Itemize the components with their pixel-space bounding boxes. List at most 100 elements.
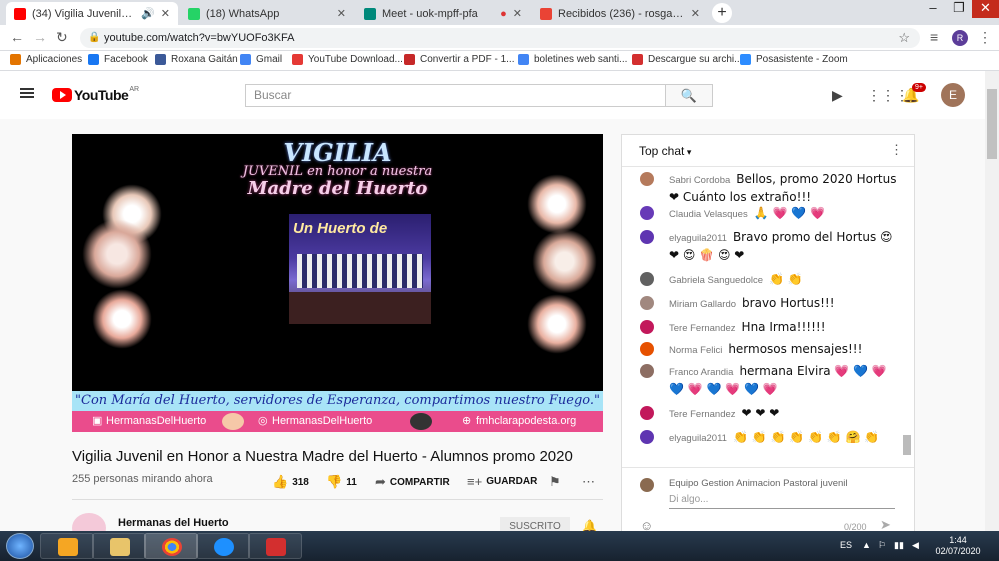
chat-author[interactable]: Norma Felici (669, 345, 722, 356)
chat-author-avatar[interactable] (640, 172, 654, 186)
close-window-button[interactable]: ✕ (972, 0, 999, 18)
network-icon[interactable]: ▮▮ (894, 540, 904, 551)
youtube-logo[interactable]: YouTube AR (52, 86, 139, 103)
social-web-text: fmhclarapodesta.org (476, 415, 577, 427)
bookmark-item[interactable]: Aplicaciones (10, 54, 82, 65)
chat-author-avatar[interactable] (640, 296, 654, 310)
dislike-button[interactable]: 👎 11 (326, 474, 357, 490)
close-tab-icon[interactable]: ✕ (161, 7, 170, 20)
browser-tab[interactable]: Meet - uok-mpff-pfa ● ✕ (356, 2, 530, 25)
taskbar-acrobat[interactable] (248, 533, 302, 559)
chat-scrollbar[interactable] (903, 435, 911, 455)
chat-author-avatar[interactable] (640, 272, 654, 286)
chat-text: ❤ ❤ ❤ (741, 406, 780, 420)
chat-author[interactable]: elyaguila2011 (669, 433, 727, 444)
share-button[interactable]: ➦ COMPARTIR (375, 474, 450, 490)
save-button[interactable]: ≡+ GUARDAR (467, 474, 537, 489)
tray-security-icon[interactable]: ⚐ (878, 540, 886, 551)
bookmark-item[interactable]: Roxana Gaitán (155, 54, 238, 65)
performers-graphic (297, 254, 423, 288)
like-button[interactable]: 👍 318 (272, 474, 309, 490)
new-tab-button[interactable]: + (712, 3, 732, 23)
start-button[interactable] (6, 533, 34, 559)
search-button[interactable]: 🔍 (665, 84, 713, 107)
chat-author[interactable]: Tere Fernandez (669, 323, 736, 334)
chat-author-avatar[interactable] (640, 430, 654, 444)
tab-favicon-icon (364, 7, 376, 20)
chrome-menu-icon[interactable]: ⋮ (978, 29, 992, 46)
maximize-button[interactable]: ❐ (946, 0, 972, 18)
chat-author[interactable]: elyaguila2011 (669, 233, 727, 244)
account-avatar[interactable]: E (941, 83, 965, 107)
bookmark-item[interactable]: Facebook (88, 54, 148, 65)
reload-icon[interactable]: ↻ (56, 29, 68, 46)
close-tab-icon[interactable]: ✕ (691, 7, 700, 20)
youtube-masthead: YouTube AR Buscar 🔍 ▶ ⋮⋮⋮ 🔔 9+ E (0, 71, 985, 119)
instagram-icon: ◎ (258, 415, 268, 427)
chat-messages: Sabri Cordoba Bellos, promo 2020 Hortus ❤… (622, 167, 914, 467)
scrollbar-thumb[interactable] (987, 89, 997, 159)
chat-author[interactable]: Gabriela Sanguedolce (669, 275, 763, 286)
flower-decoration (92, 289, 152, 349)
tray-arrow-icon[interactable]: ▲ (862, 540, 871, 550)
forward-icon[interactable]: → (33, 29, 47, 45)
chat-author-avatar[interactable] (640, 406, 654, 420)
viewer-count: 255 personas mirando ahora (72, 473, 213, 485)
flower-decoration (82, 219, 152, 289)
chat-more-icon[interactable]: ⋮ (890, 142, 903, 158)
url-input[interactable]: 🔒 youtube.com/watch?v=bwYUOFo3KFA ☆ (80, 28, 920, 48)
taskbar-chrome[interactable] (144, 533, 198, 559)
bookmark-label: YouTube Download... (308, 54, 403, 65)
minimize-button[interactable]: – (920, 0, 946, 18)
chat-author[interactable]: Tere Fernandez (669, 409, 736, 420)
taskbar-ie[interactable] (196, 533, 250, 559)
chat-author-avatar[interactable] (640, 342, 654, 356)
chat-input-area: Equipo Gestion Animacion Pastoral juveni… (622, 467, 914, 535)
bookmark-item[interactable]: YouTube Download... (292, 54, 403, 65)
chat-mode-dropdown[interactable]: Top chat (639, 144, 691, 158)
audio-icon[interactable]: 🔊 (141, 7, 155, 20)
menu-icon[interactable] (20, 88, 34, 98)
chat-author[interactable]: Franco Arandia (669, 367, 733, 378)
create-video-icon[interactable]: ▶ (832, 87, 843, 104)
bookmark-item[interactable]: Convertir a PDF - 1... (404, 54, 514, 65)
close-tab-icon[interactable]: ✕ (337, 7, 346, 20)
page-scrollbar[interactable] (985, 71, 999, 531)
bookmark-item[interactable]: boletines web santi... (518, 54, 627, 65)
media-queue-icon[interactable]: ≡ (930, 29, 938, 45)
clock[interactable]: 1:44 02/07/2020 (930, 535, 986, 557)
bookmark-label: Convertir a PDF - 1... (420, 54, 515, 65)
language-indicator[interactable]: ES (840, 540, 852, 550)
chat-input[interactable]: Di algo... (669, 494, 895, 509)
bookmark-item[interactable]: Gmail (240, 54, 282, 65)
bookmarks-bar: Aplicaciones Facebook Roxana Gaitán Gmail Yo… (0, 51, 999, 71)
chat-author-avatar[interactable] (640, 320, 654, 334)
taskbar-media-player[interactable] (40, 533, 94, 559)
search-input[interactable]: Buscar (245, 84, 666, 107)
close-tab-icon[interactable]: ✕ (513, 7, 522, 20)
tab-title: Recibidos (236) - rosgaita@gma (558, 7, 685, 20)
divider (72, 499, 603, 500)
chat-author[interactable]: Claudia Velasques (669, 209, 748, 220)
volume-icon[interactable]: ◀ (912, 540, 919, 551)
back-icon[interactable]: ← (10, 29, 24, 45)
bookmark-item[interactable]: Posasistente - Zoom (740, 54, 848, 65)
live-chat-panel: Top chat ⋮ Sabri CordobaBellos, promo 20… (621, 134, 915, 534)
bookmark-label: Facebook (104, 54, 148, 65)
bookmark-item[interactable]: Descargue su archi... (632, 54, 743, 65)
video-player[interactable]: VIGILIA JUVENIL en honor a nuestra Madre… (72, 134, 603, 432)
bookmark-star-icon[interactable]: ☆ (898, 28, 910, 48)
channel-name[interactable]: Hermanas del Huerto (118, 517, 229, 529)
chat-author-avatar[interactable] (640, 206, 654, 220)
browser-tab[interactable]: (18) WhatsApp ✕ (180, 2, 354, 25)
chat-author-avatar[interactable] (640, 230, 654, 244)
report-button[interactable]: ⚑ (549, 474, 561, 490)
browser-tab[interactable]: (34) Vigilia Juvenil en Honor 🔊 ✕ (6, 2, 178, 25)
chat-author[interactable]: Miriam Gallardo (669, 299, 736, 310)
chat-author[interactable]: Sabri Cordoba (669, 175, 730, 186)
chat-author-avatar[interactable] (640, 364, 654, 378)
browser-tab[interactable]: Recibidos (236) - rosgaita@gma ✕ (532, 2, 708, 25)
more-actions-button[interactable]: ⋯ (582, 474, 595, 490)
taskbar-explorer[interactable] (92, 533, 146, 559)
chrome-profile-avatar[interactable]: R (952, 30, 968, 46)
